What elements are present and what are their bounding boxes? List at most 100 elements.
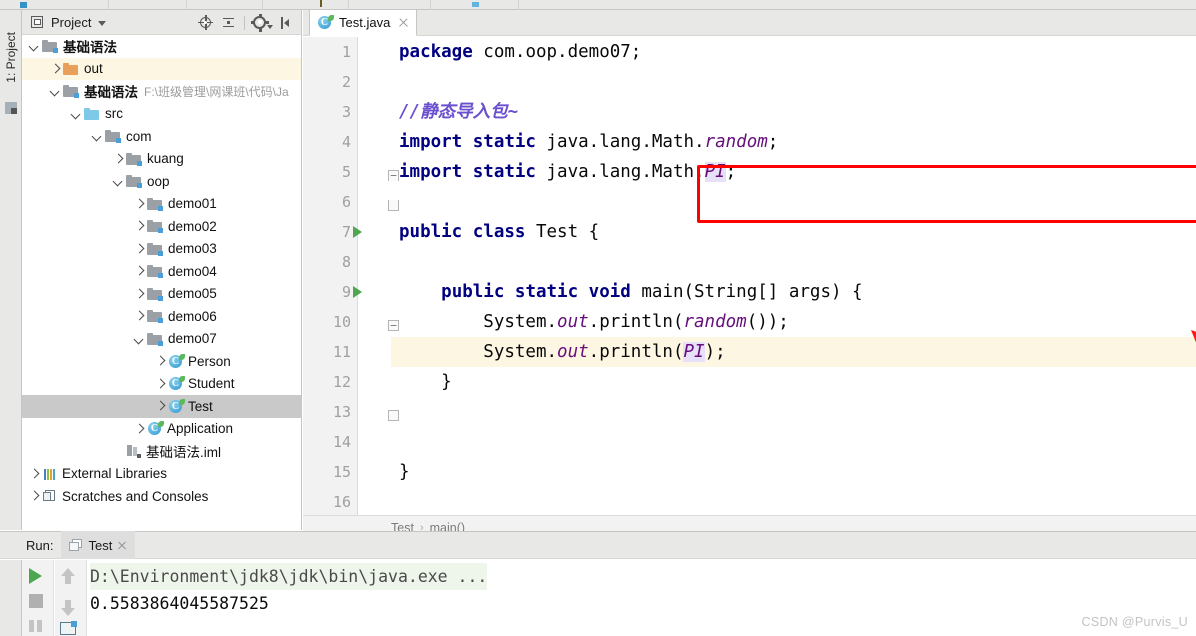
tree-item-kuang[interactable]: kuang [22, 148, 301, 171]
code-line[interactable] [391, 247, 1196, 277]
tree-item-[interactable]: 基础语法 [22, 35, 301, 58]
tree-item-ExternalLibraries[interactable]: External Libraries [22, 463, 301, 486]
chevron-right-icon[interactable] [133, 310, 145, 322]
chevron-right-icon[interactable] [133, 265, 145, 277]
pause-button[interactable] [29, 620, 34, 632]
code-line[interactable]: package com.oop.demo07; [391, 37, 1196, 67]
code-line[interactable]: } [391, 457, 1196, 487]
run-tab-test[interactable]: Test [61, 531, 136, 559]
tree-item-ScratchesandConsoles[interactable]: Scratches and Consoles [22, 485, 301, 505]
tree-item-label: Scratches and Consoles [62, 488, 209, 504]
run-gutter-icon[interactable] [353, 286, 362, 298]
editor-tab-test-java[interactable]: C Test.java [309, 10, 418, 36]
tree-item-oop[interactable]: oop [22, 170, 301, 193]
chevron-right-icon[interactable] [112, 153, 124, 165]
code-token: System. [399, 342, 558, 362]
settings-gear-icon[interactable] [251, 13, 273, 32]
project-title-group[interactable]: Project [22, 15, 107, 30]
tree-item-demo06[interactable]: demo06 [22, 305, 301, 328]
tree-item-out[interactable]: out [22, 57, 301, 80]
sidebar-button-project[interactable]: 1: Project [0, 18, 22, 96]
fold-marker-imports-top[interactable]: − [388, 170, 399, 181]
arrow-down-icon-stem[interactable] [65, 600, 71, 608]
code-line[interactable] [391, 397, 1196, 427]
tree-item-iml[interactable]: 基础语法.iml [22, 440, 301, 463]
tree-item-demo07[interactable]: demo07 [22, 328, 301, 351]
code-token: random [683, 312, 747, 332]
tree-item-Test[interactable]: C Test [22, 395, 301, 418]
chevron-right-icon[interactable] [133, 423, 145, 435]
tree-item-demo03[interactable]: demo03 [22, 238, 301, 261]
close-icon[interactable] [398, 17, 409, 28]
editor-gutter[interactable]: 1 2 3 4 5 6 7 8 9 10 11 12 13 14 15 16 [303, 37, 358, 515]
tree-item-demo05[interactable]: demo05 [22, 283, 301, 306]
chevron-right-icon[interactable] [154, 355, 166, 367]
run-gutter-icon[interactable] [353, 226, 362, 238]
project-tree[interactable]: 基础语法 out 基础语法 F:\班级管理\网课班\代码\Ja src com kuang o… [22, 35, 301, 505]
tree-item-[interactable]: 基础语法 F:\班级管理\网课班\代码\Ja [22, 80, 301, 103]
soft-wrap-icon[interactable] [60, 621, 77, 635]
code-editor[interactable]: 1 2 3 4 5 6 7 8 9 10 11 12 13 14 15 16 package com.oop.… [303, 37, 1196, 515]
chevron-down-icon[interactable] [91, 130, 103, 142]
locate-in-tree-icon[interactable] [198, 14, 214, 31]
fold-marker-imports-bottom[interactable] [388, 200, 399, 211]
chevron-down-icon[interactable] [49, 85, 61, 97]
chevron-down-icon[interactable] [133, 333, 145, 345]
tree-item-src[interactable]: src [22, 103, 301, 126]
tree-item-Student[interactable]: C Student [22, 373, 301, 396]
code-line[interactable]: } [391, 367, 1196, 397]
tree-item-Application[interactable]: C Application [22, 418, 301, 441]
code-line[interactable] [391, 187, 1196, 217]
tree-item-path: F:\班级管理\网课班\代码\Ja [144, 84, 289, 99]
line-number: 12 [332, 373, 351, 391]
arrow-up-icon[interactable] [61, 568, 75, 576]
chevron-down-icon[interactable] [112, 175, 124, 187]
chevron-right-icon[interactable] [28, 490, 40, 502]
tree-item-com[interactable]: com [22, 125, 301, 148]
structure-icon[interactable] [5, 102, 17, 114]
chevron-down-icon[interactable] [98, 20, 107, 26]
arrow-up-icon-stem[interactable] [65, 576, 71, 584]
package-folder-icon [147, 309, 164, 324]
console-body: D:\Environment\jdk8\jdk\bin\java.exe ...… [0, 560, 1196, 636]
chevron-right-icon[interactable] [133, 220, 145, 232]
tree-item-demo04[interactable]: demo04 [22, 260, 301, 283]
tree-item-demo01[interactable]: demo01 [22, 193, 301, 216]
chevron-right-icon[interactable] [133, 198, 145, 210]
code-line[interactable] [391, 67, 1196, 97]
code-line[interactable]: import static java.lang.Math.PI; [391, 157, 1196, 187]
code-line[interactable]: //静态导入包~ [391, 97, 1196, 127]
fold-marker-method-end[interactable] [388, 410, 399, 421]
editor-fold-gutter[interactable] [359, 37, 391, 515]
chevron-right-icon[interactable] [133, 243, 145, 255]
hide-panel-icon[interactable] [279, 15, 295, 31]
code-line[interactable]: public class Test { [391, 217, 1196, 247]
code-line[interactable]: public static void main(String[] args) { [391, 277, 1196, 307]
code-lines[interactable]: package com.oop.demo07; //静态导入包~ import st… [391, 37, 1196, 515]
collapse-all-icon[interactable] [221, 15, 237, 31]
chevron-down-icon[interactable] [28, 40, 40, 52]
code-line[interactable]: System.out.println(random()); [391, 307, 1196, 337]
tree-item-demo02[interactable]: demo02 [22, 215, 301, 238]
code-line[interactable] [391, 487, 1196, 515]
pause-button-bar2[interactable] [37, 620, 42, 632]
run-panel-label: Run: [26, 537, 54, 553]
stop-button[interactable] [29, 594, 43, 608]
code-line[interactable] [391, 427, 1196, 457]
chevron-right-icon[interactable] [154, 378, 166, 390]
rerun-button[interactable] [29, 568, 42, 584]
code-line[interactable]: System.out.println(PI); [391, 337, 1196, 367]
chevron-right-icon[interactable] [154, 400, 166, 412]
close-icon[interactable] [117, 540, 127, 550]
tree-item-Person[interactable]: C Person [22, 350, 301, 373]
fold-marker-method-start[interactable]: − [388, 320, 399, 331]
arrow-down-icon[interactable] [61, 608, 75, 616]
chevron-right-icon[interactable] [133, 288, 145, 300]
code-line[interactable]: import static java.lang.Math.random; [391, 127, 1196, 157]
console-output[interactable]: D:\Environment\jdk8\jdk\bin\java.exe ...… [90, 563, 1180, 617]
chevron-right-icon[interactable] [49, 63, 61, 75]
code-token: PI [683, 342, 705, 362]
line-number: 6 [341, 193, 351, 211]
chevron-right-icon[interactable] [28, 468, 40, 480]
chevron-down-icon[interactable] [70, 108, 82, 120]
